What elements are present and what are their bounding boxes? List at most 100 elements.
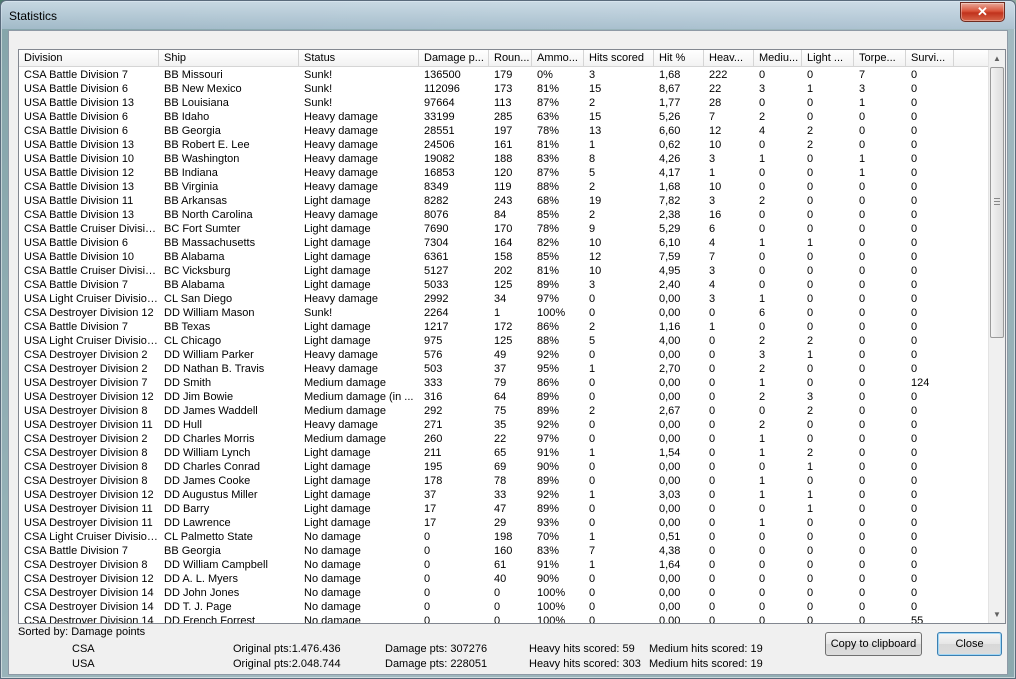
- table-cell: 1,77: [659, 97, 681, 109]
- table-row[interactable]: CSA Destroyer Division 8 DD William Lynch…: [19, 446, 988, 460]
- table-cell: 1: [494, 307, 501, 319]
- statistics-table[interactable]: Division Ship Status Damage p... Roun... Ammo…: [18, 49, 1006, 624]
- table-row[interactable]: USA Battle Division 6 BB New Mexico Sunk! 1…: [19, 82, 988, 96]
- table-cell: 2: [589, 321, 596, 333]
- table-cell: 16: [709, 209, 722, 221]
- table-row[interactable]: USA Destroyer Division 11 DD Hull Heavy da…: [19, 418, 988, 432]
- table-row[interactable]: CSA Destroyer Division 12 DD A. L. Myers N…: [19, 572, 988, 586]
- table-row[interactable]: CSA Battle Division 13 BB North Carolina H…: [19, 208, 988, 222]
- table-row[interactable]: USA Destroyer Division 12 DD Augustus Mil…: [19, 488, 988, 502]
- vertical-scrollbar[interactable]: ▲ ▼: [988, 50, 1005, 623]
- table-cell: 0: [709, 475, 716, 487]
- column-header[interactable]: Ship: [159, 50, 299, 67]
- table-cell: 0: [759, 587, 766, 599]
- table-row[interactable]: CSA Battle Cruiser Division 6 BC Vicksbur…: [19, 264, 988, 278]
- table-cell: 0,00: [659, 419, 681, 431]
- table-cell: 10: [589, 237, 602, 249]
- table-row[interactable]: USA Battle Division 12 BB Indiana Heavy da…: [19, 166, 988, 180]
- column-header[interactable]: Division: [19, 50, 159, 67]
- table-row[interactable]: USA Destroyer Division 11 DD Lawrence Ligh…: [19, 516, 988, 530]
- table-cell: 0: [859, 377, 866, 389]
- table-row[interactable]: USA Light Cruiser Division 8 CL San Diego…: [19, 292, 988, 306]
- table-row[interactable]: USA Battle Division 6 BB Massachusetts Lig…: [19, 236, 988, 250]
- table-row[interactable]: CSA Destroyer Division 2 DD Charles Morri…: [19, 432, 988, 446]
- table-cell: 49: [494, 349, 507, 361]
- scroll-thumb[interactable]: [990, 67, 1004, 338]
- table-row[interactable]: USA Battle Division 13 BB Louisiana Sunk! 9…: [19, 96, 988, 110]
- column-header[interactable]: Damage p...: [419, 50, 489, 67]
- scroll-down-icon[interactable]: ▼: [989, 606, 1005, 623]
- table-cell: 0: [759, 97, 766, 109]
- table-cell: 9: [589, 223, 596, 235]
- table-row[interactable]: CSA Battle Division 7 BB Missouri Sunk! 136…: [19, 68, 988, 82]
- table-cell: 178: [424, 475, 443, 487]
- table-row[interactable]: CSA Destroyer Division 8 DD William Campb…: [19, 558, 988, 572]
- table-cell: 3: [759, 83, 766, 95]
- table-cell: Light damage: [304, 447, 371, 459]
- table-cell: 292: [424, 405, 443, 417]
- table-row[interactable]: CSA Destroyer Division 2 DD William Parke…: [19, 348, 988, 362]
- column-header[interactable]: Mediu...: [754, 50, 802, 67]
- table-row[interactable]: CSA Light Cruiser Division 3 CL Palmetto …: [19, 530, 988, 544]
- copy-to-clipboard-button[interactable]: Copy to clipboard: [825, 632, 922, 656]
- table-cell: 0: [424, 587, 431, 599]
- close-button[interactable]: Close: [937, 632, 1002, 656]
- table-row[interactable]: CSA Battle Division 6 BB Georgia Heavy dam…: [19, 124, 988, 138]
- table-row[interactable]: CSA Destroyer Division 2 DD Nathan B. Tra…: [19, 362, 988, 376]
- table-row[interactable]: CSA Battle Division 7 BB Georgia No damage…: [19, 544, 988, 558]
- table-row[interactable]: CSA Battle Division 7 BB Texas Light damag…: [19, 320, 988, 334]
- scroll-up-icon[interactable]: ▲: [989, 50, 1005, 67]
- table-row[interactable]: CSA Battle Cruiser Division 6 BC Fort Sum…: [19, 222, 988, 236]
- table-row[interactable]: USA Destroyer Division 12 DD Jim Bowie Med…: [19, 390, 988, 404]
- table-row[interactable]: USA Destroyer Division 11 DD Barry Light d…: [19, 502, 988, 516]
- column-header[interactable]: Status: [299, 50, 419, 67]
- table-cell: 0: [709, 573, 716, 585]
- table-row[interactable]: USA Battle Division 10 BB Washington Heavy…: [19, 152, 988, 166]
- table-row[interactable]: USA Battle Division 6 BB Idaho Heavy damag…: [19, 110, 988, 124]
- table-cell: 0: [424, 573, 431, 585]
- column-header[interactable]: Hit %: [654, 50, 704, 67]
- table-row[interactable]: USA Battle Division 11 BB Arkansas Light d…: [19, 194, 988, 208]
- column-header[interactable]: Ammo...: [532, 50, 584, 67]
- table-cell: 2: [759, 391, 766, 403]
- column-header[interactable]: Torpe...: [854, 50, 906, 67]
- table-cell: 1: [859, 153, 866, 165]
- table-cell: 0: [859, 405, 866, 417]
- column-header[interactable]: Survi...: [906, 50, 954, 67]
- table-row[interactable]: USA Destroyer Division 7 DD Smith Medium d…: [19, 376, 988, 390]
- table-cell: 0,00: [659, 307, 681, 319]
- table-cell: 0: [911, 405, 918, 417]
- table-cell: Light damage: [304, 475, 371, 487]
- table-row[interactable]: CSA Battle Division 7 BB Alabama Light dam…: [19, 278, 988, 292]
- column-header[interactable]: Heav...: [704, 50, 754, 67]
- table-cell: 0: [911, 461, 918, 473]
- table-cell: 0,00: [659, 601, 681, 613]
- table-cell: BB Idaho: [164, 111, 210, 123]
- title-bar[interactable]: Statistics ✕: [1, 1, 1015, 29]
- table-cell: 0: [807, 531, 814, 543]
- table-row[interactable]: USA Battle Division 13 BB Robert E. Lee He…: [19, 138, 988, 152]
- column-header[interactable]: Roun...: [489, 50, 532, 67]
- table-row[interactable]: USA Destroyer Division 8 DD James Waddell…: [19, 404, 988, 418]
- table-cell: 83%: [537, 545, 560, 557]
- table-cell: 7690: [424, 223, 449, 235]
- table-cell: USA Destroyer Division 8: [24, 405, 148, 417]
- table-row[interactable]: CSA Destroyer Division 14 DD John Jones No…: [19, 586, 988, 600]
- table-row[interactable]: USA Battle Division 10 BB Alabama Light da…: [19, 250, 988, 264]
- table-row[interactable]: CSA Destroyer Division 12 DD William Maso…: [19, 306, 988, 320]
- table-row[interactable]: CSA Destroyer Division 8 DD Charles Conra…: [19, 460, 988, 474]
- table-row[interactable]: CSA Destroyer Division 14 DD T. J. Page No…: [19, 600, 988, 614]
- table-row[interactable]: CSA Battle Division 13 BB Virginia Heavy d…: [19, 180, 988, 194]
- table-cell: 3: [859, 83, 866, 95]
- window-close-button[interactable]: ✕: [960, 2, 1005, 22]
- table-cell: 0%: [537, 69, 553, 81]
- table-cell: 0: [911, 601, 918, 613]
- table-cell: 0: [589, 419, 596, 431]
- column-header[interactable]: Hits scored: [584, 50, 654, 67]
- table-body: CSA Battle Division 7 BB Missouri Sunk! 136…: [19, 68, 988, 623]
- table-row[interactable]: CSA Destroyer Division 8 DD James Cooke Li…: [19, 474, 988, 488]
- table-row[interactable]: USA Light Cruiser Division 8 CL Chicago Li…: [19, 334, 988, 348]
- column-header[interactable]: Light ...: [802, 50, 854, 67]
- table-row[interactable]: CSA Destroyer Division 14 DD French Forre…: [19, 614, 988, 623]
- table-cell: 2,40: [659, 279, 681, 291]
